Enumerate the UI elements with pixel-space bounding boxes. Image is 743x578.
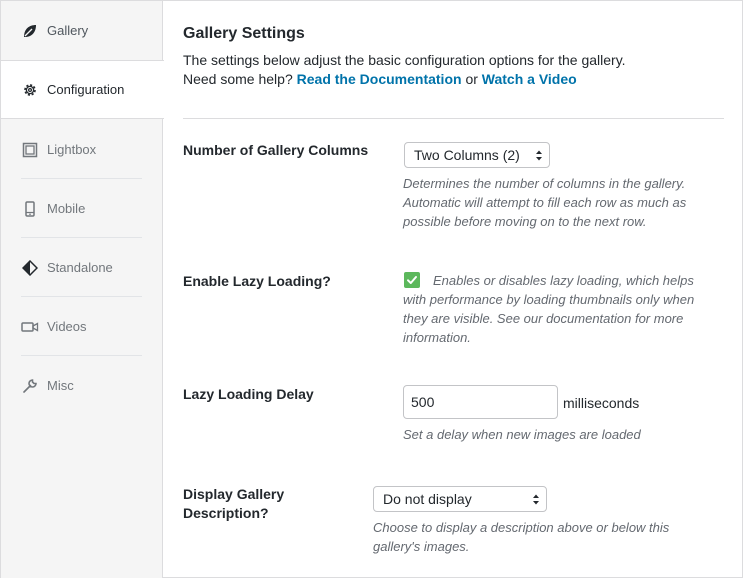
gallery-description-description: Choose to display a description above or… [373,518,724,556]
description-line: Choose to display a description above or… [373,520,670,535]
lazy-loading-description: Enables or disables lazy loading, which … [403,271,724,347]
sidebar-item-gallery[interactable]: Gallery [1,1,163,60]
page-title: Gallery Settings [183,25,305,42]
select-arrows-icon [535,148,543,163]
description-line: they are visible. See our documentation … [403,311,684,326]
or-text: or [465,71,478,87]
sidebar-item-label: Standalone [47,260,113,275]
video-camera-icon [21,318,39,336]
columns-select-value: Two Columns (2) [414,147,520,163]
columns-select[interactable]: Two Columns (2) [404,142,550,168]
select-arrows-icon [532,492,540,507]
gear-icon [21,81,39,99]
documentation-link[interactable]: Read the Documentation [297,71,462,87]
sidebar-item-label: Lightbox [47,142,97,157]
description-line: information. [403,330,471,345]
divider [183,118,724,119]
sidebar-item-configuration[interactable]: Configuration [1,60,164,119]
label-line: Display Gallery [183,486,285,502]
standalone-icon [21,259,39,277]
mobile-icon [21,200,39,218]
description-line: Automatic will attempt to fill each row … [403,195,687,210]
lazy-delay-description: Set a delay when new images are loaded [403,427,641,442]
intro-line: The settings below adjust the basic conf… [183,52,626,68]
gallery-description-label: Display Gallery Description? [183,485,284,523]
sidebar: Gallery Configuration Lightbox Mobile St… [1,1,164,578]
sidebar-item-label: Videos [47,319,87,334]
lazy-delay-unit: milliseconds [563,395,640,411]
wrench-icon [21,377,39,395]
lazy-delay-value: 500 [411,394,435,410]
description-line: gallery's images. [373,539,470,554]
help-text: Need some help? [183,71,293,87]
description-line: possible before moving on to the next ro… [403,214,647,229]
gallery-description-select-value: Do not display [383,491,472,507]
columns-description: Determines the number of columns in the … [403,174,724,231]
sidebar-item-lightbox[interactable]: Lightbox [1,120,163,179]
leaf-icon [21,22,39,40]
label-line: Description? [183,505,269,521]
sidebar-item-standalone[interactable]: Standalone [1,238,163,297]
lazy-loading-label: Enable Lazy Loading? [183,273,331,289]
description-line: Determines the number of columns in the … [403,176,686,191]
lightbox-icon [21,141,39,159]
lazy-delay-input[interactable]: 500 [403,385,558,419]
intro-text: The settings below adjust the basic conf… [183,51,724,89]
sidebar-item-label: Configuration [47,82,125,97]
description-line: with performance by loading thumbnails o… [403,292,695,307]
lazy-delay-label: Lazy Loading Delay [183,386,314,402]
help-line: Need some help? Read the Documentation o… [183,70,724,89]
sidebar-item-misc[interactable]: Misc [1,356,163,415]
settings-panel: Gallery Configuration Lightbox Mobile St… [0,0,743,578]
watch-video-link[interactable]: Watch a Video [482,71,577,87]
gallery-description-select[interactable]: Do not display [373,486,547,512]
sidebar-item-label: Mobile [47,201,86,216]
sidebar-item-label: Misc [47,378,74,393]
sidebar-item-mobile[interactable]: Mobile [1,179,163,238]
sidebar-item-videos[interactable]: Videos [1,297,163,356]
description-line: Enables or disables lazy loading, which … [433,273,694,288]
columns-label: Number of Gallery Columns [183,142,369,158]
sidebar-item-label: Gallery [47,23,89,38]
